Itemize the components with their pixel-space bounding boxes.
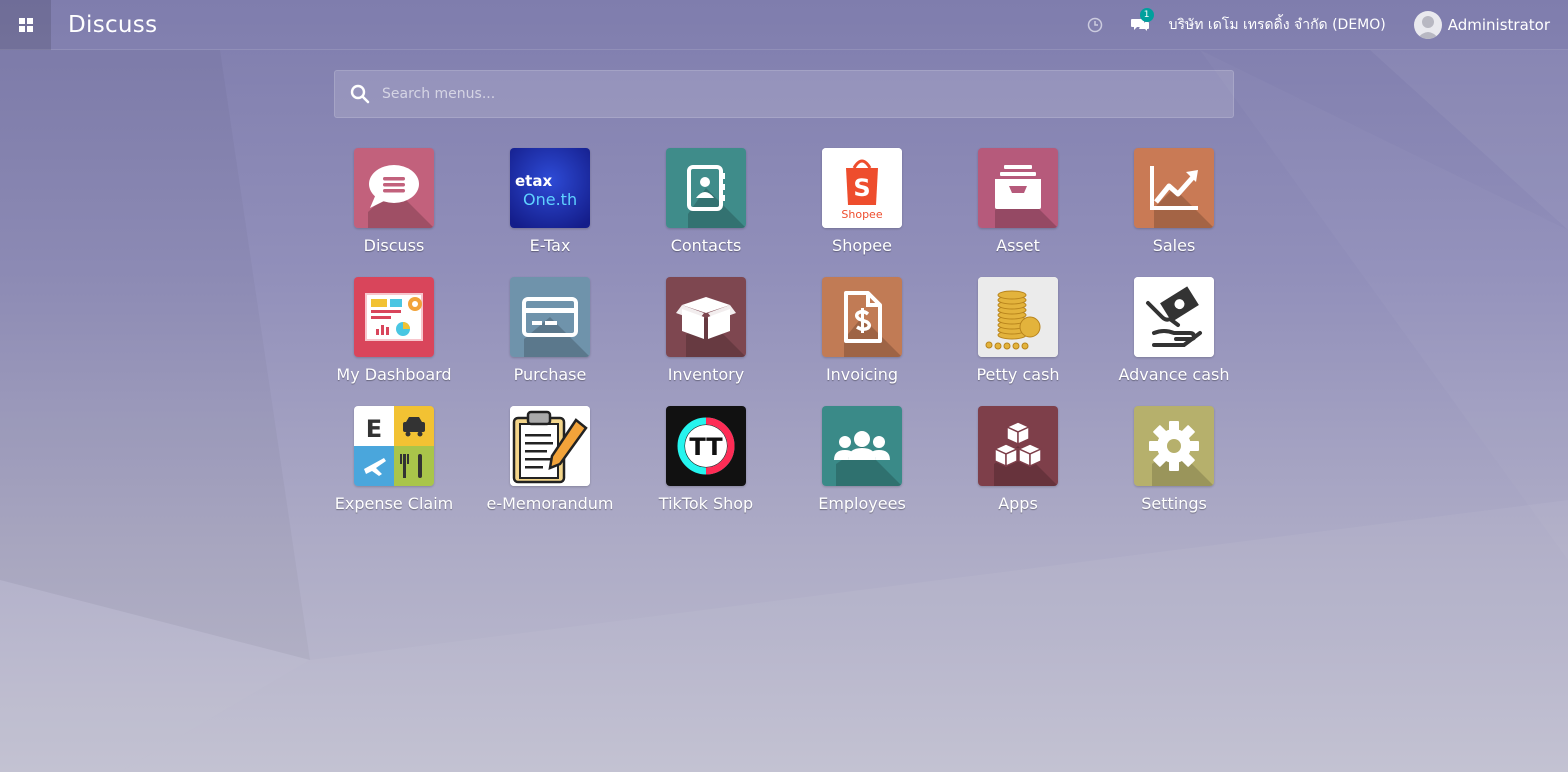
app-label: Inventory	[667, 365, 745, 384]
app-label: Sales	[1152, 236, 1196, 255]
app-label: E-Tax	[529, 236, 571, 255]
app-label: Discuss	[363, 236, 425, 255]
chat-counter-badge: 1	[1139, 7, 1154, 22]
app-e-memorandum[interactable]: e-Memorandum	[472, 406, 628, 513]
app-label: Purchase	[513, 365, 587, 384]
app-tile	[978, 277, 1058, 357]
shopee-bag-icon: S Shopee	[822, 148, 902, 228]
app-invoicing[interactable]: Invoicing	[784, 277, 940, 384]
shopee-logo-text: Shopee	[841, 208, 882, 221]
etax-logo-subtext: One.th	[523, 190, 577, 209]
cubes-icon	[978, 406, 1058, 486]
app-tile	[1134, 148, 1214, 228]
invoice-dollar-icon	[822, 277, 902, 357]
activity-button[interactable]	[1085, 15, 1105, 35]
app-advance-cash[interactable]: Advance cash	[1096, 277, 1252, 384]
app-tile	[822, 406, 902, 486]
people-group-icon	[822, 406, 902, 486]
app-tile	[1134, 277, 1214, 357]
top-navbar: Discuss 1 บริษัท เดโม เทรดดิ้ง จำกัด (DE…	[0, 0, 1568, 50]
app-label: Petty cash	[976, 365, 1060, 384]
address-book-icon	[666, 148, 746, 228]
app-my-dashboard[interactable]: My Dashboard	[316, 277, 472, 384]
grid-icon	[18, 17, 33, 32]
etax-logo-icon: etax One.th	[510, 148, 590, 228]
app-shopee[interactable]: S Shopee Shopee	[784, 148, 940, 255]
app-label: Employees	[818, 494, 906, 513]
app-expense-claim[interactable]: E Expense Claim	[316, 406, 472, 513]
dashboard-report-icon	[354, 277, 434, 357]
coin-stack-icon	[978, 277, 1058, 357]
credit-card-icon	[510, 277, 590, 357]
app-tile: S Shopee	[822, 148, 902, 228]
app-label: Shopee	[832, 236, 892, 255]
app-tile	[510, 277, 590, 357]
clipboard-pencil-icon	[510, 406, 590, 486]
app-label: e-Memorandum	[486, 494, 614, 513]
app-contacts[interactable]: Contacts	[628, 148, 784, 255]
app-tile	[354, 277, 434, 357]
app-purchase[interactable]: Purchase	[472, 277, 628, 384]
app-petty-cash[interactable]: Petty cash	[940, 277, 1096, 384]
app-label: TikTok Shop	[658, 494, 754, 513]
chat-bubble-icon	[354, 148, 434, 228]
app-label: Asset	[996, 236, 1040, 255]
app-apps[interactable]: Apps	[940, 406, 1096, 513]
app-title: Discuss	[68, 11, 158, 38]
app-label: My Dashboard	[336, 365, 452, 384]
trend-chart-icon	[1134, 148, 1214, 228]
app-asset[interactable]: Asset	[940, 148, 1096, 255]
user-menu[interactable]: Administrator	[1413, 10, 1550, 39]
shopee-logo-letter: S	[853, 174, 870, 202]
messaging-button[interactable]: 1	[1127, 7, 1154, 35]
app-sales[interactable]: Sales	[1096, 148, 1252, 255]
app-label: Settings	[1141, 494, 1207, 513]
tiktok-shop-icon: TT	[666, 406, 746, 486]
app-tile	[978, 406, 1058, 486]
app-label: Apps	[998, 494, 1038, 513]
app-employees[interactable]: Employees	[784, 406, 940, 513]
open-box-icon	[666, 277, 746, 357]
app-label: Advance cash	[1118, 365, 1230, 384]
gear-icon	[1134, 406, 1214, 486]
app-menu-toggle[interactable]	[0, 0, 51, 50]
clock-icon	[1087, 17, 1102, 32]
app-tile	[1134, 406, 1214, 486]
etax-logo-text: etax	[515, 172, 552, 190]
app-tile	[354, 148, 434, 228]
app-tiktok-shop[interactable]: TT TikTok Shop	[628, 406, 784, 513]
company-switcher[interactable]: บริษัท เดโม เทรดดิ้ง จำกัด (DEMO)	[1169, 14, 1386, 36]
app-tile	[666, 277, 746, 357]
expense-categories-icon: E	[354, 406, 434, 486]
app-tile: E	[354, 406, 434, 486]
hand-money-icon	[1134, 277, 1214, 357]
tiktok-logo-text: TT	[689, 433, 723, 461]
app-tile	[978, 148, 1058, 228]
search-input[interactable]	[382, 71, 1233, 117]
menu-search-bar	[334, 70, 1234, 118]
navbar-systray: 1 บริษัท เดโม เทรดดิ้ง จำกัด (DEMO) Admi…	[1085, 0, 1568, 50]
expense-logo-letter: E	[366, 415, 382, 443]
app-label: Invoicing	[825, 365, 899, 384]
app-tile	[666, 148, 746, 228]
user-name: Administrator	[1447, 15, 1550, 34]
archive-tray-icon	[978, 148, 1058, 228]
apps-grid: Discuss etax One.th E-Tax Contacts S Sho…	[316, 148, 1252, 513]
user-silhouette-icon	[1416, 15, 1439, 39]
app-tile	[510, 406, 590, 486]
app-discuss[interactable]: Discuss	[316, 148, 472, 255]
app-tile	[822, 277, 902, 357]
app-label: Expense Claim	[334, 494, 454, 513]
search-icon	[350, 84, 370, 104]
app-tile: etax One.th	[510, 148, 590, 228]
app-label: Contacts	[670, 236, 742, 255]
app-e-tax[interactable]: etax One.th E-Tax	[472, 148, 628, 255]
app-inventory[interactable]: Inventory	[628, 277, 784, 384]
app-tile: TT	[666, 406, 746, 486]
avatar	[1413, 10, 1442, 39]
app-settings[interactable]: Settings	[1096, 406, 1252, 513]
